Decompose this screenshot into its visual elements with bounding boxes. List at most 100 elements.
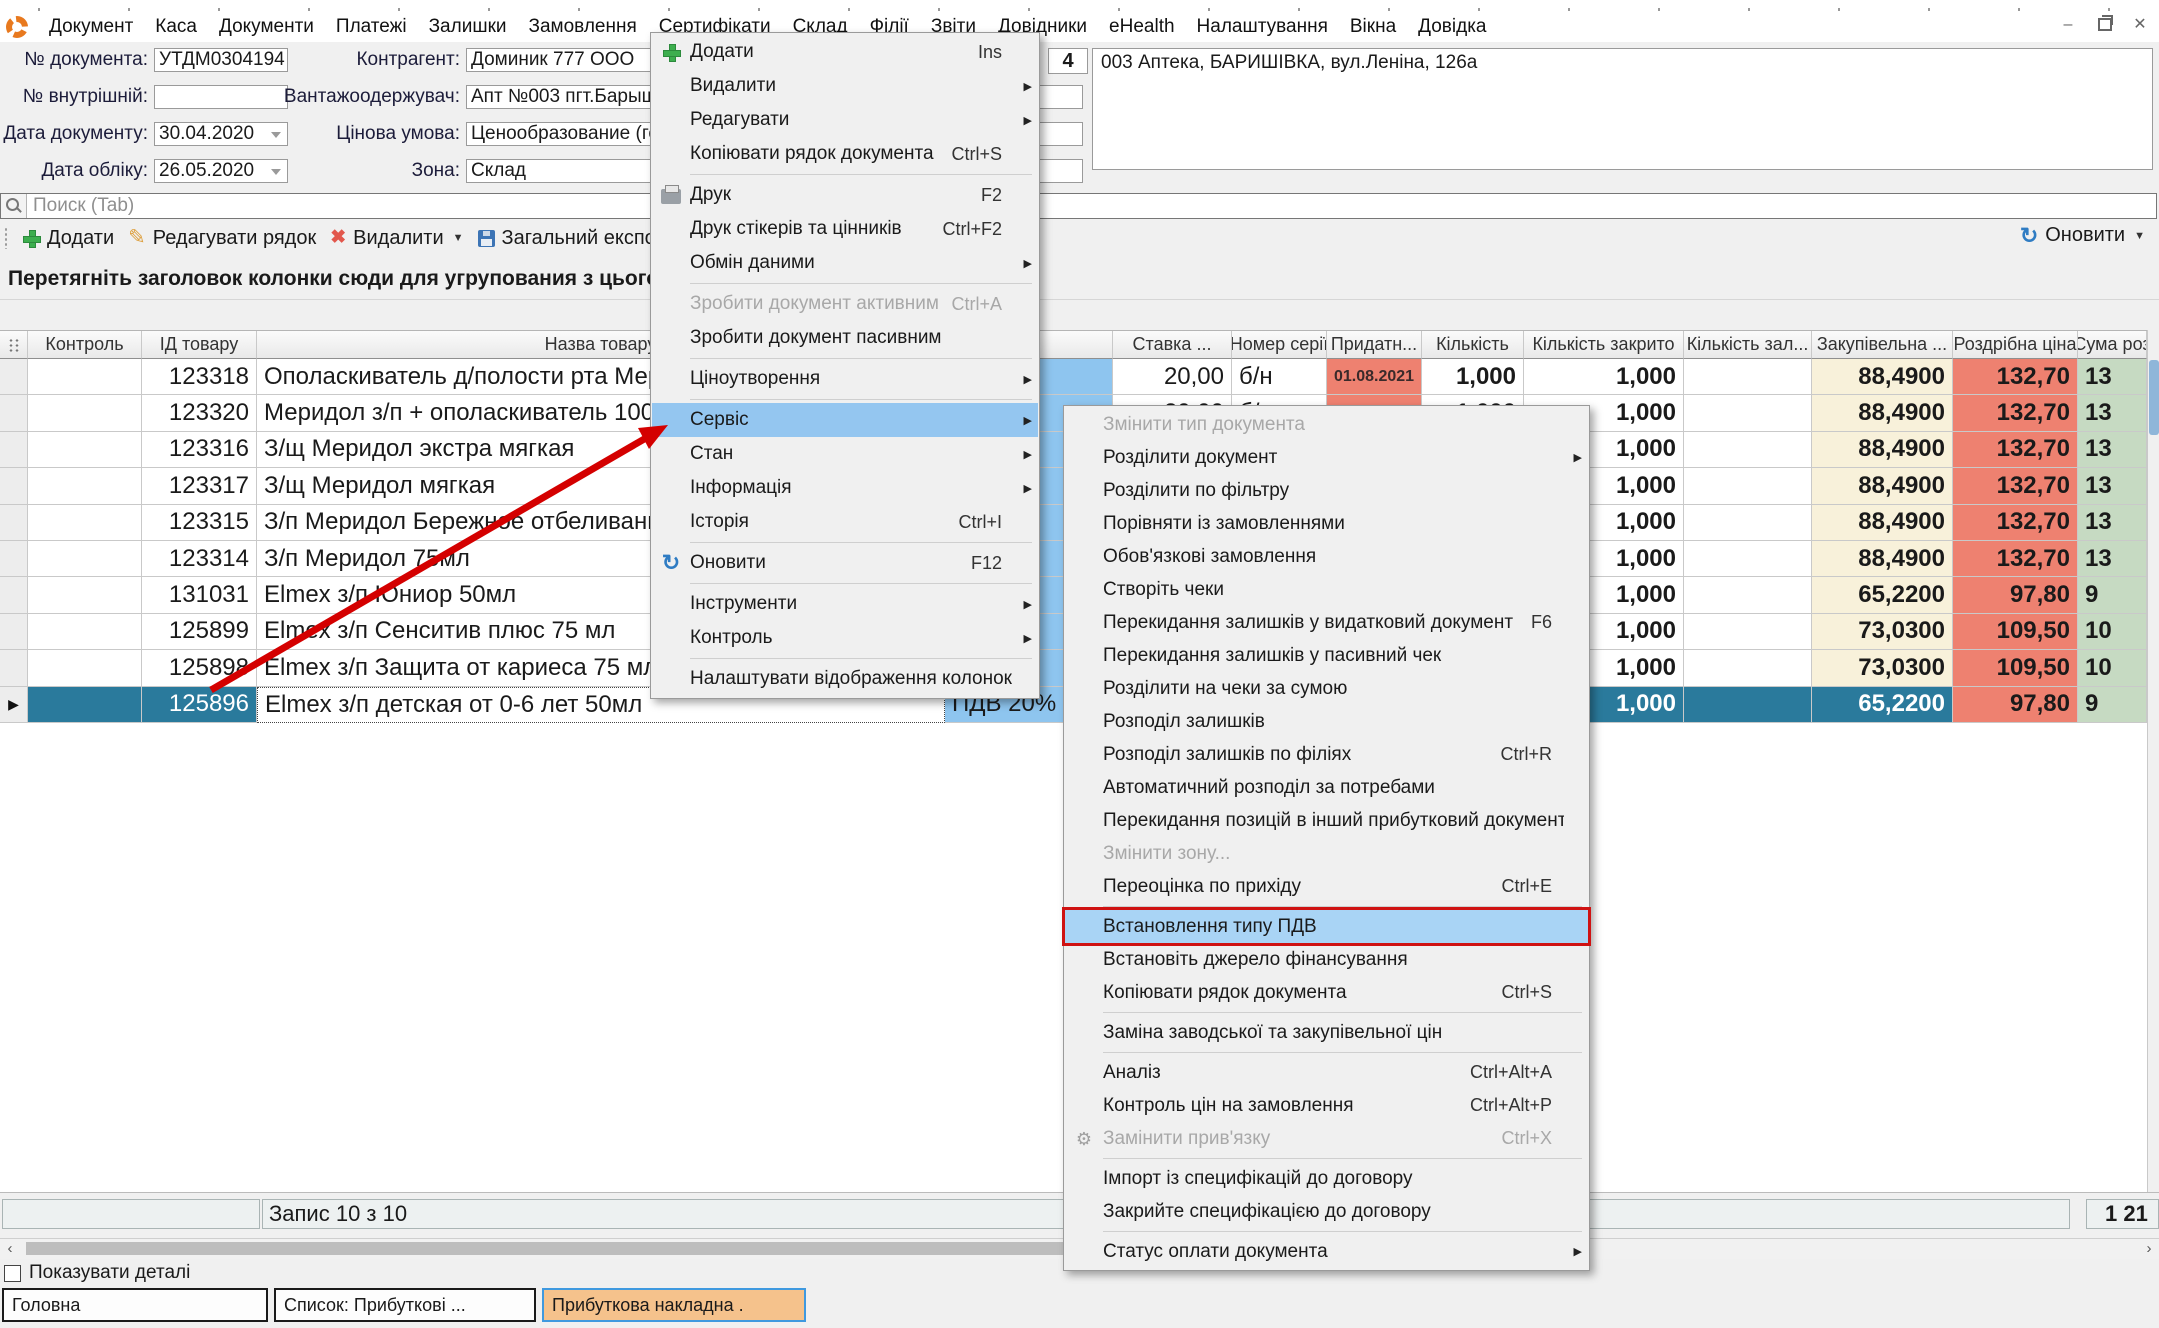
toolbar-button-Редагувати рядок[interactable]: ✎Редагувати рядок bbox=[128, 227, 316, 250]
cell-id[interactable]: 131031 bbox=[142, 577, 257, 613]
menu-item-Автоматичний розподіл за потребами[interactable]: Автоматичний розподіл за потребами bbox=[1065, 771, 1588, 804]
menubar-item-Замовлення[interactable]: Замовлення bbox=[518, 16, 648, 37]
cell-qty_rem[interactable] bbox=[1684, 505, 1812, 541]
column-header-qty_rem[interactable]: Кількість зал... bbox=[1684, 331, 1812, 359]
cell-series[interactable]: б/н bbox=[1232, 359, 1327, 395]
menu-item-Зробити документ пасивним[interactable]: Зробити документ пасивним bbox=[652, 321, 1038, 355]
cell-retail[interactable]: 109,50 bbox=[1953, 650, 2078, 686]
cell-retail[interactable]: 132,70 bbox=[1953, 432, 2078, 468]
cell-retail[interactable]: 132,70 bbox=[1953, 541, 2078, 577]
search-input[interactable] bbox=[27, 194, 2156, 218]
horizontal-scrollbar-thumb[interactable] bbox=[26, 1242, 1064, 1255]
cell-marker[interactable] bbox=[0, 650, 28, 686]
cell-control[interactable] bbox=[28, 614, 142, 650]
menu-item-Встановлення типу ПДВ[interactable]: Встановлення типу ПДВ bbox=[1065, 910, 1588, 943]
cell-sum[interactable]: 13 bbox=[2078, 468, 2147, 504]
cell-qty_closed[interactable]: 1,000 bbox=[1524, 359, 1684, 395]
cell-control[interactable] bbox=[28, 687, 142, 723]
cell-control[interactable] bbox=[28, 505, 142, 541]
menu-item-Контроль цін на замовлення[interactable]: Контроль цін на замовленняCtrl+Alt+P bbox=[1065, 1089, 1588, 1122]
toolbar-grip-icon[interactable] bbox=[4, 227, 8, 249]
cell-id[interactable]: 123318 bbox=[142, 359, 257, 395]
cell-sum[interactable]: 13 bbox=[2078, 541, 2147, 577]
cell-control[interactable] bbox=[28, 541, 142, 577]
column-header-expiry[interactable]: Придатн... bbox=[1327, 331, 1422, 359]
cell-qty_rem[interactable] bbox=[1684, 687, 1812, 723]
cell-control[interactable] bbox=[28, 432, 142, 468]
cell-id[interactable]: 123317 bbox=[142, 468, 257, 504]
menubar-item-Вікна[interactable]: Вікна bbox=[1339, 16, 1407, 37]
cell-purchase[interactable]: 88,4900 bbox=[1812, 468, 1953, 504]
cell-sum[interactable]: 9 bbox=[2078, 577, 2147, 613]
menu-item-Порівняти із замовленнями[interactable]: Порівняти із замовленнями bbox=[1065, 507, 1588, 540]
menu-item-Обов'язкові замовлення[interactable]: Обов'язкові замовлення bbox=[1065, 540, 1588, 573]
column-header-id[interactable]: ІД товару bbox=[142, 331, 257, 359]
tab-Головна[interactable]: Головна bbox=[2, 1288, 268, 1322]
menu-item-Сервіс[interactable]: Сервіс▶ bbox=[652, 403, 1038, 437]
menu-item-Ціноутворення[interactable]: Ціноутворення▶ bbox=[652, 362, 1038, 396]
cell-marker[interactable] bbox=[0, 614, 28, 650]
menu-item-Друк[interactable]: ДрукF2 bbox=[652, 178, 1038, 212]
cell-sum[interactable]: 10 bbox=[2078, 650, 2147, 686]
dropdown-arrow-icon[interactable]: ▼ bbox=[453, 232, 464, 244]
cell-rate[interactable]: 20,00 bbox=[1113, 359, 1232, 395]
column-header-qty[interactable]: Кількість bbox=[1422, 331, 1524, 359]
cell-id[interactable]: 125899 bbox=[142, 614, 257, 650]
cell-retail[interactable]: 132,70 bbox=[1953, 359, 2078, 395]
cell-qty_rem[interactable] bbox=[1684, 577, 1812, 613]
menubar-item-Залишки[interactable]: Залишки bbox=[418, 16, 518, 37]
cell-retail[interactable]: 132,70 bbox=[1953, 468, 2078, 504]
cell-purchase[interactable]: 65,2200 bbox=[1812, 577, 1953, 613]
menu-item-Розподіл залишків[interactable]: Розподіл залишків bbox=[1065, 705, 1588, 738]
table-row[interactable]: 123318Ополаскиватель д/полости рта Мери2… bbox=[0, 359, 2147, 395]
menu-item-Статус оплати документа[interactable]: Статус оплати документа▶ bbox=[1065, 1235, 1588, 1268]
vertical-scrollbar[interactable] bbox=[2147, 330, 2159, 1192]
cell-sum[interactable]: 13 bbox=[2078, 359, 2147, 395]
cell-marker[interactable] bbox=[0, 359, 28, 395]
cell-marker[interactable] bbox=[0, 395, 28, 431]
menu-item-Перекидання залишків у пасивний чек[interactable]: Перекидання залишків у пасивний чек bbox=[1065, 639, 1588, 672]
cell-marker[interactable]: ▶ bbox=[0, 687, 28, 723]
cell-purchase[interactable]: 73,0300 bbox=[1812, 650, 1953, 686]
cell-sum[interactable]: 13 bbox=[2078, 505, 2147, 541]
refresh-dropdown-icon[interactable]: ▼ bbox=[2134, 230, 2145, 242]
menu-item-Імпорт із специфікацій до договору[interactable]: Імпорт із специфікацій до договору bbox=[1065, 1162, 1588, 1195]
cell-purchase[interactable]: 88,4900 bbox=[1812, 432, 1953, 468]
close-button[interactable]: ✕ bbox=[2129, 14, 2151, 36]
menubar-item-Налаштування[interactable]: Налаштування bbox=[1186, 16, 1339, 37]
cell-id[interactable]: 125898 bbox=[142, 650, 257, 686]
cell-qty_rem[interactable] bbox=[1684, 541, 1812, 577]
tab-Прибуткова накладна .[interactable]: Прибуткова накладна . bbox=[542, 1288, 806, 1322]
cell-qty_rem[interactable] bbox=[1684, 432, 1812, 468]
menu-item-Розділити документ[interactable]: Розділити документ▶ bbox=[1065, 441, 1588, 474]
menu-item-Редагувати[interactable]: Редагувати▶ bbox=[652, 103, 1038, 137]
menu-item-Копіювати рядок документа[interactable]: Копіювати рядок документаCtrl+S bbox=[652, 137, 1038, 171]
menu-item-Перекидання позицій в інший прибутковий документ[interactable]: Перекидання позицій в інший прибутковий … bbox=[1065, 804, 1588, 837]
cell-retail[interactable]: 132,70 bbox=[1953, 395, 2078, 431]
column-header-series[interactable]: Номер серії bbox=[1232, 331, 1327, 359]
column-header-retail[interactable]: Роздрібна ціна bbox=[1953, 331, 2078, 359]
menu-item-Контроль[interactable]: Контроль▶ bbox=[652, 621, 1038, 655]
menu-item-Перекидання залишків у видатковий документ[interactable]: Перекидання залишків у видатковий докуме… bbox=[1065, 606, 1588, 639]
menubar-item-Довідка[interactable]: Довідка bbox=[1407, 16, 1497, 37]
column-header-rate[interactable]: Ставка ... bbox=[1113, 331, 1232, 359]
menu-item-Розділити по фільтру[interactable]: Розділити по фільтру bbox=[1065, 474, 1588, 507]
menu-item-Друк стікерів та цінників[interactable]: Друк стікерів та цінниківCtrl+F2 bbox=[652, 212, 1038, 246]
toolbar-button-Загальний експорт[interactable]: Загальний експорт bbox=[478, 227, 676, 250]
cell-retail[interactable]: 132,70 bbox=[1953, 505, 2078, 541]
menu-item-Копіювати рядок документа[interactable]: Копіювати рядок документаCtrl+S bbox=[1065, 976, 1588, 1009]
column-header-purchase[interactable]: Закупівельна ... bbox=[1812, 331, 1953, 359]
cell-id[interactable]: 123315 bbox=[142, 505, 257, 541]
cell-control[interactable] bbox=[28, 650, 142, 686]
menubar-item-eHealth[interactable]: eHealth bbox=[1098, 16, 1186, 37]
cell-control[interactable] bbox=[28, 577, 142, 613]
restore-button[interactable] bbox=[2093, 14, 2115, 36]
cell-sum[interactable]: 13 bbox=[2078, 395, 2147, 431]
column-header-control[interactable]: Контроль bbox=[28, 331, 142, 359]
show-details-checkbox[interactable] bbox=[4, 1265, 21, 1282]
menubar-item-Каса[interactable]: Каса bbox=[144, 16, 208, 37]
menu-item-Аналіз[interactable]: АналізCtrl+Alt+A bbox=[1065, 1056, 1588, 1089]
scroll-left-icon[interactable]: ‹ bbox=[0, 1240, 20, 1258]
menu-item-Розподіл залишків по філіях[interactable]: Розподіл залишків по філіяхCtrl+R bbox=[1065, 738, 1588, 771]
cell-retail[interactable]: 97,80 bbox=[1953, 577, 2078, 613]
